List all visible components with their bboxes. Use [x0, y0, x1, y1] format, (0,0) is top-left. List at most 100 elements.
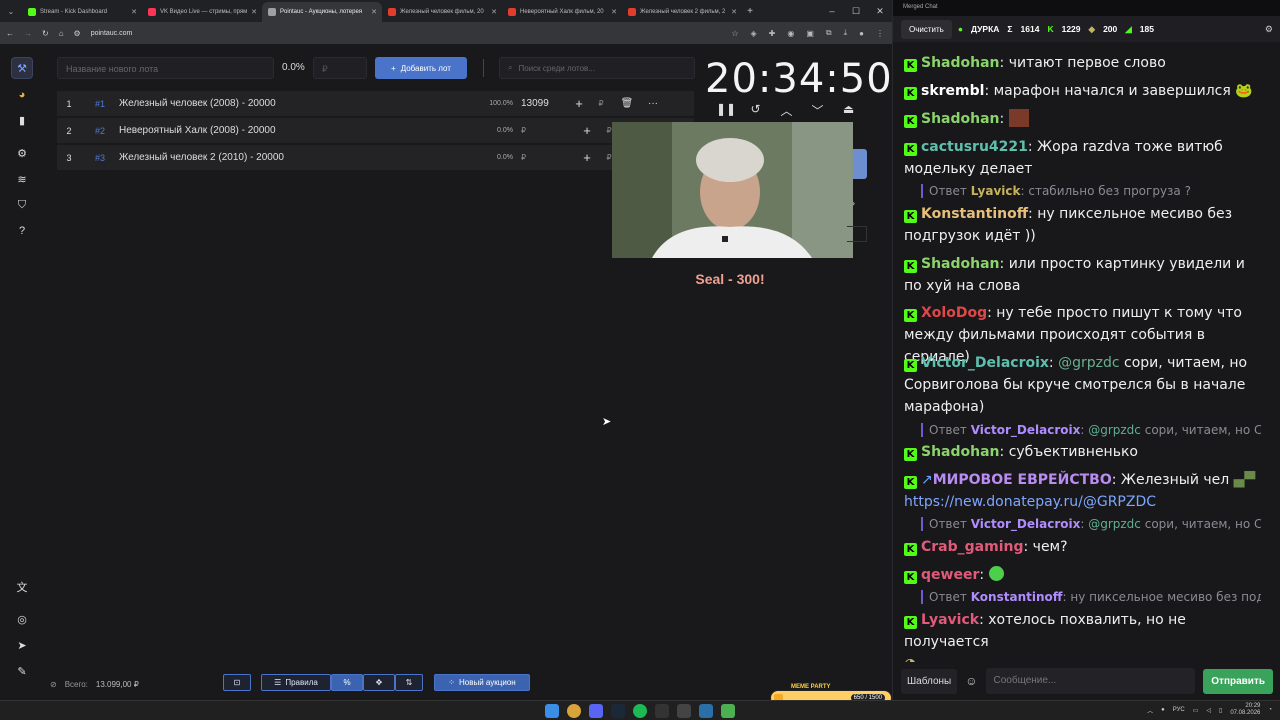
tab-iron-man-2[interactable]: Железный человек 2 фильм, 2 ✕ — [622, 2, 742, 22]
windows-start-icon[interactable] — [545, 704, 559, 718]
lot-title[interactable]: Невероятный Халк (2008) - 20000 — [119, 125, 473, 136]
telegram-icon[interactable]: ➤ — [11, 634, 33, 656]
tab-kick-dashboard[interactable]: Stream - Kick Dashboard ✕ — [22, 2, 142, 22]
tab-pointauc[interactable]: Pointauc - Аукционы, лотерея ✕ — [262, 2, 382, 22]
chat-username[interactable]: Lyavick — [921, 612, 979, 628]
menu-dots-icon[interactable]: ⋮ — [876, 29, 884, 38]
more-icon[interactable]: ··· — [642, 98, 664, 109]
bookmark-star-icon[interactable]: ☆ — [731, 29, 738, 38]
spotify-icon[interactable] — [633, 704, 647, 718]
mention[interactable]: @grpzdc — [1058, 355, 1119, 371]
app-icon[interactable] — [677, 704, 691, 718]
chat-username[interactable]: cactusru4221 — [921, 139, 1028, 155]
add-amount-button[interactable]: + — [576, 150, 598, 165]
chrome-icon[interactable] — [567, 704, 581, 718]
chat-username[interactable]: МИРОВОЕ ЕВРЕЙСТВО — [933, 472, 1112, 488]
back-icon[interactable]: ← — [6, 29, 14, 38]
monitor-icon[interactable]: ▭ — [1193, 707, 1199, 714]
maximize-button[interactable]: ☐ — [844, 0, 868, 22]
hidden-eye-icon[interactable]: ⊘ — [50, 680, 57, 689]
add-amount-button[interactable]: + — [568, 96, 590, 111]
reply-username[interactable]: Lyavick — [971, 184, 1021, 198]
chat-username[interactable]: Konstantinoff — [921, 206, 1028, 222]
sort-toggle[interactable]: ⇅ — [395, 674, 423, 691]
rules-button[interactable]: ☰ Правила — [261, 674, 331, 691]
mention[interactable]: @grpzdc — [1088, 517, 1141, 531]
tab-search-icon[interactable]: ⌄ — [0, 2, 22, 22]
chevron-up-icon[interactable]: ︿ — [1147, 706, 1153, 715]
chevron-down-icon[interactable]: ﹀ — [809, 102, 826, 119]
side-panel-tab[interactable] — [852, 149, 867, 179]
shield-icon[interactable]: ⛉ — [11, 194, 33, 216]
extension-icon[interactable]: ✚ — [769, 29, 776, 38]
add-lot-button[interactable]: + Добавить лот — [375, 57, 467, 79]
app-icon[interactable] — [721, 704, 735, 718]
minimize-button[interactable]: – — [820, 0, 844, 22]
move-toggle[interactable]: ✥ — [363, 674, 395, 691]
reply-username[interactable]: Konstantinoff — [971, 590, 1063, 604]
chevron-up-icon[interactable]: ︿ — [778, 102, 795, 119]
trash-icon[interactable]: 🗑 — [612, 98, 642, 109]
profile-avatar[interactable]: ● — [859, 29, 864, 38]
extension-icon[interactable]: ▣ — [806, 29, 814, 38]
chat-username[interactable]: qeweer — [921, 567, 979, 583]
reset-icon[interactable]: ↺ — [747, 102, 764, 119]
new-lot-input[interactable]: Название нового лота — [57, 57, 274, 79]
volume-icon[interactable]: ◁ — [1206, 707, 1211, 714]
auction-icon[interactable]: ⚒ — [11, 57, 33, 79]
new-tab-button[interactable]: + — [742, 2, 758, 22]
lot-title[interactable]: Железный человек (2008) - 20000 — [119, 98, 473, 109]
chat-username[interactable]: Shadohan — [921, 111, 1000, 127]
clear-chat-button[interactable]: Очистить — [901, 19, 952, 39]
chat-settings-icon[interactable]: ⚙ — [1265, 24, 1273, 35]
news-icon[interactable]: ✎ — [11, 660, 33, 682]
import-button[interactable]: ⊡ — [223, 674, 251, 691]
new-auction-button[interactable]: ⁘ Новый аукцион — [434, 674, 530, 691]
reply-username[interactable]: Victor_Delacroix — [971, 517, 1081, 531]
close-icon[interactable]: ✕ — [491, 8, 497, 16]
reload-icon[interactable]: ↻ — [42, 29, 49, 38]
close-icon[interactable]: ✕ — [731, 8, 737, 16]
home-icon[interactable]: ⌂ — [59, 29, 64, 38]
close-window-button[interactable]: ✕ — [868, 0, 892, 22]
telegram-icon[interactable] — [699, 704, 713, 718]
help-icon[interactable]: ? — [11, 220, 33, 242]
lot-search-input[interactable]: ⌕ Поиск среди лотов... — [499, 57, 695, 79]
lot-row[interactable]: 1 #1 Железный человек (2008) - 20000 100… — [57, 91, 694, 116]
obs-icon[interactable] — [655, 704, 669, 718]
forward-icon[interactable]: → — [24, 29, 32, 38]
chat-username[interactable]: Shadohan — [921, 256, 1000, 272]
github-icon[interactable]: ◎ — [11, 608, 33, 630]
settings-icon[interactable]: ⚙ — [11, 142, 33, 164]
extension-icon[interactable]: ◉ — [787, 29, 794, 38]
reply-username[interactable]: Victor_Delacroix — [971, 423, 1081, 437]
chat-username[interactable]: Shadohan — [921, 444, 1000, 460]
clock[interactable]: 20:29 07.08.2026 — [1230, 703, 1260, 717]
extensions-puzzle-icon[interactable]: ⧉ — [826, 28, 832, 38]
close-icon[interactable]: ✕ — [251, 8, 257, 16]
tab-hulk[interactable]: Невероятный Халк фильм, 20 ✕ — [502, 2, 622, 22]
wheel-icon[interactable]: ◕ — [11, 84, 33, 106]
chat-link[interactable]: https://new.donatepay.ru/@GRPZDC — [904, 494, 1156, 510]
layers-icon[interactable]: ≋ — [11, 168, 33, 190]
notification-icon[interactable]: ◔ — [1268, 707, 1272, 713]
amount-input[interactable]: ₽ — [313, 57, 367, 79]
lot-title[interactable]: Железный человек 2 (2010) - 20000 — [119, 152, 473, 163]
chat-username[interactable]: Victor_Delacroix — [921, 355, 1049, 371]
close-icon[interactable]: ✕ — [611, 8, 617, 16]
close-icon[interactable]: ✕ — [371, 8, 377, 16]
chat-username[interactable]: Crab_gaming — [921, 539, 1024, 555]
chat-username[interactable]: XoloDog — [921, 305, 987, 321]
microphone-icon[interactable]: ● — [1161, 707, 1165, 713]
send-button[interactable]: Отправить — [1203, 668, 1273, 694]
url-field[interactable]: pointauc.com — [91, 30, 133, 37]
extension-icon[interactable]: ◈ — [750, 29, 756, 38]
emoji-icon[interactable]: ☺ — [965, 674, 977, 688]
download-icon[interactable]: ⤓ — [844, 28, 848, 38]
battery-icon[interactable]: ▯ — [1219, 707, 1222, 714]
mention[interactable]: @grpzdc — [1088, 423, 1141, 437]
eject-icon[interactable]: ⏏ — [840, 102, 857, 119]
stats-icon[interactable]: ▮ — [11, 109, 33, 131]
add-amount-button[interactable]: + — [576, 123, 598, 138]
site-info-icon[interactable]: ⚙ — [74, 29, 81, 38]
